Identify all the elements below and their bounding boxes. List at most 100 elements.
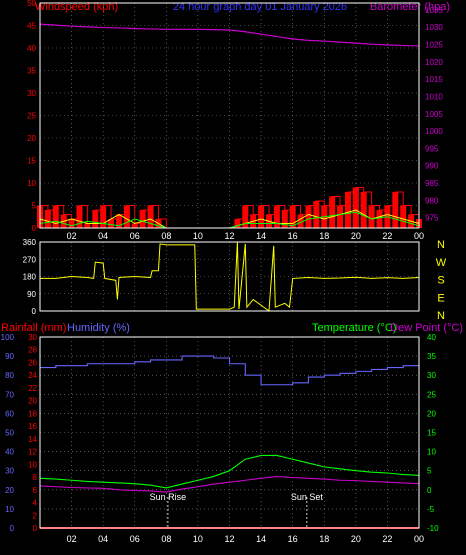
humidity-tick-label: 70 [5,390,14,399]
compass-label: S [437,275,444,287]
temperature-axis-label: Temperature (°C) [312,322,396,334]
windspeed-tick-label: 0 [32,224,37,233]
barometer-tick-label: 995 [425,144,439,153]
x-tick-label: 00 [414,231,424,241]
wind-bar [368,205,375,228]
humidity-tick-label: 80 [5,371,14,380]
wind-bar [131,223,138,228]
temperature-tick-label: 25 [427,390,436,399]
humidity-tick-label: 50 [5,429,14,438]
wind-bar [44,210,51,228]
rainfall-tick-label: 4 [33,499,38,508]
compass-label: W [436,257,447,269]
humidity-tick-label: 10 [5,505,14,514]
temperature-tick-label: 15 [427,429,436,438]
humidity-tick-label: 20 [5,486,14,495]
temperature-tick-label: -5 [427,505,435,514]
windspeed-tick-label: 35 [27,67,36,76]
wind-bar [84,223,91,228]
x-tick-label: 08 [161,534,171,544]
barometer-tick-label: 1035 [425,6,443,15]
compass-label: N [437,239,445,251]
barometer-tick-label: 980 [425,196,439,205]
direction-tick-label: 0 [32,307,37,316]
wind-bar [337,205,344,228]
rainfall-tick-label: 12 [28,448,37,457]
temperature-tick-label: 40 [427,333,436,342]
x-tick-label: 20 [351,231,361,241]
rainfall-tick-label: 28 [28,346,37,355]
rainfall-tick-label: 2 [33,511,38,520]
direction-tick-label: 180 [23,273,37,282]
rainfall-tick-label: 0 [33,524,38,533]
x-tick-label: 02 [67,534,77,544]
temperature-tick-label: 20 [427,409,436,418]
humidity-tick-label: 30 [5,467,14,476]
direction-tick-label: 90 [27,290,36,299]
barometer-tick-label: 1015 [425,75,443,84]
barometer-tick-label: 1010 [425,92,443,101]
rainfall-tick-label: 8 [33,473,38,482]
x-tick-label: 06 [130,534,140,544]
windspeed-tick-label: 25 [27,112,36,121]
wind-bar [352,187,359,228]
temperature-tick-label: 5 [427,467,432,476]
x-tick-label: 12 [224,534,234,544]
barometer-tick-label: 985 [425,179,439,188]
weather-charts: Windspeed (kph) 24 hour graph day 01 Jan… [0,0,466,555]
humidity-tick-label: 100 [1,333,15,342]
compass-label: N [437,310,445,322]
humidity-tick-label: 60 [5,409,14,418]
background [0,0,466,555]
x-tick-label: 08 [161,231,171,241]
rainfall-tick-label: 22 [28,384,37,393]
x-tick-label: 18 [319,534,329,544]
humidity-axis-label: Humidity (%) [67,322,130,334]
rainfall-tick-label: 6 [33,486,38,495]
x-tick-label: 16 [288,231,298,241]
x-tick-label: 14 [256,534,266,544]
x-tick-label: 10 [193,534,203,544]
temperature-tick-label: 30 [427,371,436,380]
x-tick-label: 22 [382,231,392,241]
x-tick-label: 04 [98,231,108,241]
x-tick-label: 10 [193,231,203,241]
rainfall-tick-label: 30 [28,333,37,342]
windspeed-tick-label: 45 [27,22,36,31]
rainfall-tick-label: 24 [28,371,37,380]
rainfall-tick-label: 16 [28,422,37,431]
barometer-tick-label: 990 [425,162,439,171]
x-tick-label: 00 [414,534,424,544]
wind-bar [400,205,407,228]
rainfall-tick-label: 20 [28,397,37,406]
x-tick-label: 02 [67,231,77,241]
x-tick-label: 04 [98,534,108,544]
windspeed-tick-label: 50 [27,0,36,8]
wind-bar [360,192,367,228]
wind-bar [68,219,75,228]
rainfall-tick-label: 18 [28,409,37,418]
wind-bar [376,210,383,228]
windspeed-tick-label: 5 [32,202,37,211]
windspeed-tick-label: 15 [27,157,36,166]
compass-label: E [437,292,444,304]
humidity-tick-label: 40 [5,448,14,457]
x-tick-label: 06 [130,231,140,241]
x-tick-label: 18 [319,231,329,241]
barometer-tick-label: 1000 [425,127,443,136]
temperature-tick-label: -10 [427,524,439,533]
x-tick-label: 16 [288,534,298,544]
sun-set-label: Sun Set [291,492,324,502]
temperature-tick-label: 10 [427,448,436,457]
windspeed-tick-label: 20 [27,134,36,143]
x-tick-label: 12 [224,231,234,241]
sun-rise-label: Sun Rise [150,492,187,502]
x-tick-label: 22 [382,534,392,544]
rainfall-tick-label: 26 [28,358,37,367]
x-tick-label: 14 [256,231,266,241]
windspeed-tick-label: 40 [27,44,36,53]
windspeed-tick-label: 10 [27,179,36,188]
barometer-tick-label: 1030 [425,23,443,32]
humidity-tick-label: 90 [5,352,14,361]
temperature-tick-label: 0 [427,486,432,495]
